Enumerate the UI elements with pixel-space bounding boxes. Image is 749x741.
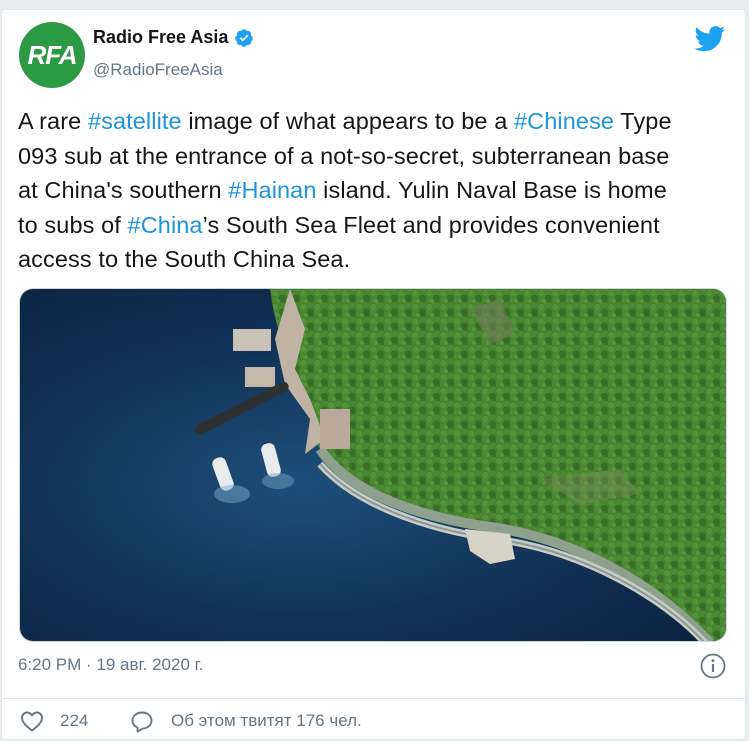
hashtag-link[interactable]: #satellite bbox=[88, 108, 182, 134]
tweet-text-segment: 093 sub at the entrance of a not-so-secr… bbox=[18, 142, 670, 169]
tweet-text-segment: access to the South China Sea. bbox=[18, 246, 351, 272]
tweet-text-segment: at China's southern bbox=[18, 177, 229, 203]
display-name[interactable]: Radio Free Asia bbox=[93, 27, 228, 48]
retweeters-link[interactable]: Об этом твитят 176 чел. bbox=[171, 711, 362, 731]
tweet-text-line: at China's southern #Hainan island. Yuli… bbox=[18, 173, 738, 208]
hashtag-link[interactable]: #China bbox=[128, 212, 203, 238]
tweet-text-segment: image of what appears to be a bbox=[181, 108, 514, 134]
like-count[interactable]: 224 bbox=[60, 711, 88, 731]
divider bbox=[1, 698, 745, 699]
satellite-image bbox=[20, 289, 726, 641]
author-name-row[interactable]: Radio Free Asia bbox=[93, 27, 254, 48]
tweet-text: A rare #satellite image of what appears … bbox=[18, 104, 738, 277]
tweet-text-line: A rare #satellite image of what appears … bbox=[18, 104, 738, 139]
tweet-text-segment: Type bbox=[614, 108, 672, 134]
handle[interactable]: @RadioFreeAsia bbox=[93, 60, 223, 80]
hashtag-link[interactable]: #Hainan bbox=[228, 177, 316, 203]
speech-bubble-icon[interactable] bbox=[130, 710, 154, 733]
hashtag-link[interactable]: #Chinese bbox=[514, 108, 614, 134]
tweet-timestamp[interactable]: 6:20 PM · 19 авг. 2020 г. bbox=[18, 655, 204, 675]
tweet-text-segment: ’s South Sea Fleet and provides convenie… bbox=[202, 211, 660, 238]
avatar[interactable]: RFA bbox=[19, 22, 85, 88]
tweet-text-line: to subs of #China’s South Sea Fleet and … bbox=[18, 208, 738, 243]
tweet-text-segment: island. Yulin Naval Base is home bbox=[316, 177, 667, 203]
heart-icon[interactable] bbox=[20, 710, 44, 732]
tweet-text-line: access to the South China Sea. bbox=[18, 242, 738, 277]
tweet-text-line: 093 sub at the entrance of a not-so-secr… bbox=[18, 139, 738, 174]
tweet-media-satellite-image[interactable] bbox=[19, 288, 727, 642]
verified-badge-icon bbox=[235, 28, 254, 47]
avatar-logo-text: RFA bbox=[27, 40, 78, 70]
twitter-bird-icon[interactable] bbox=[694, 26, 726, 52]
tweet-text-segment: A rare bbox=[18, 108, 88, 134]
info-icon[interactable] bbox=[700, 653, 726, 679]
tweet-text-segment: to subs of bbox=[18, 211, 128, 238]
